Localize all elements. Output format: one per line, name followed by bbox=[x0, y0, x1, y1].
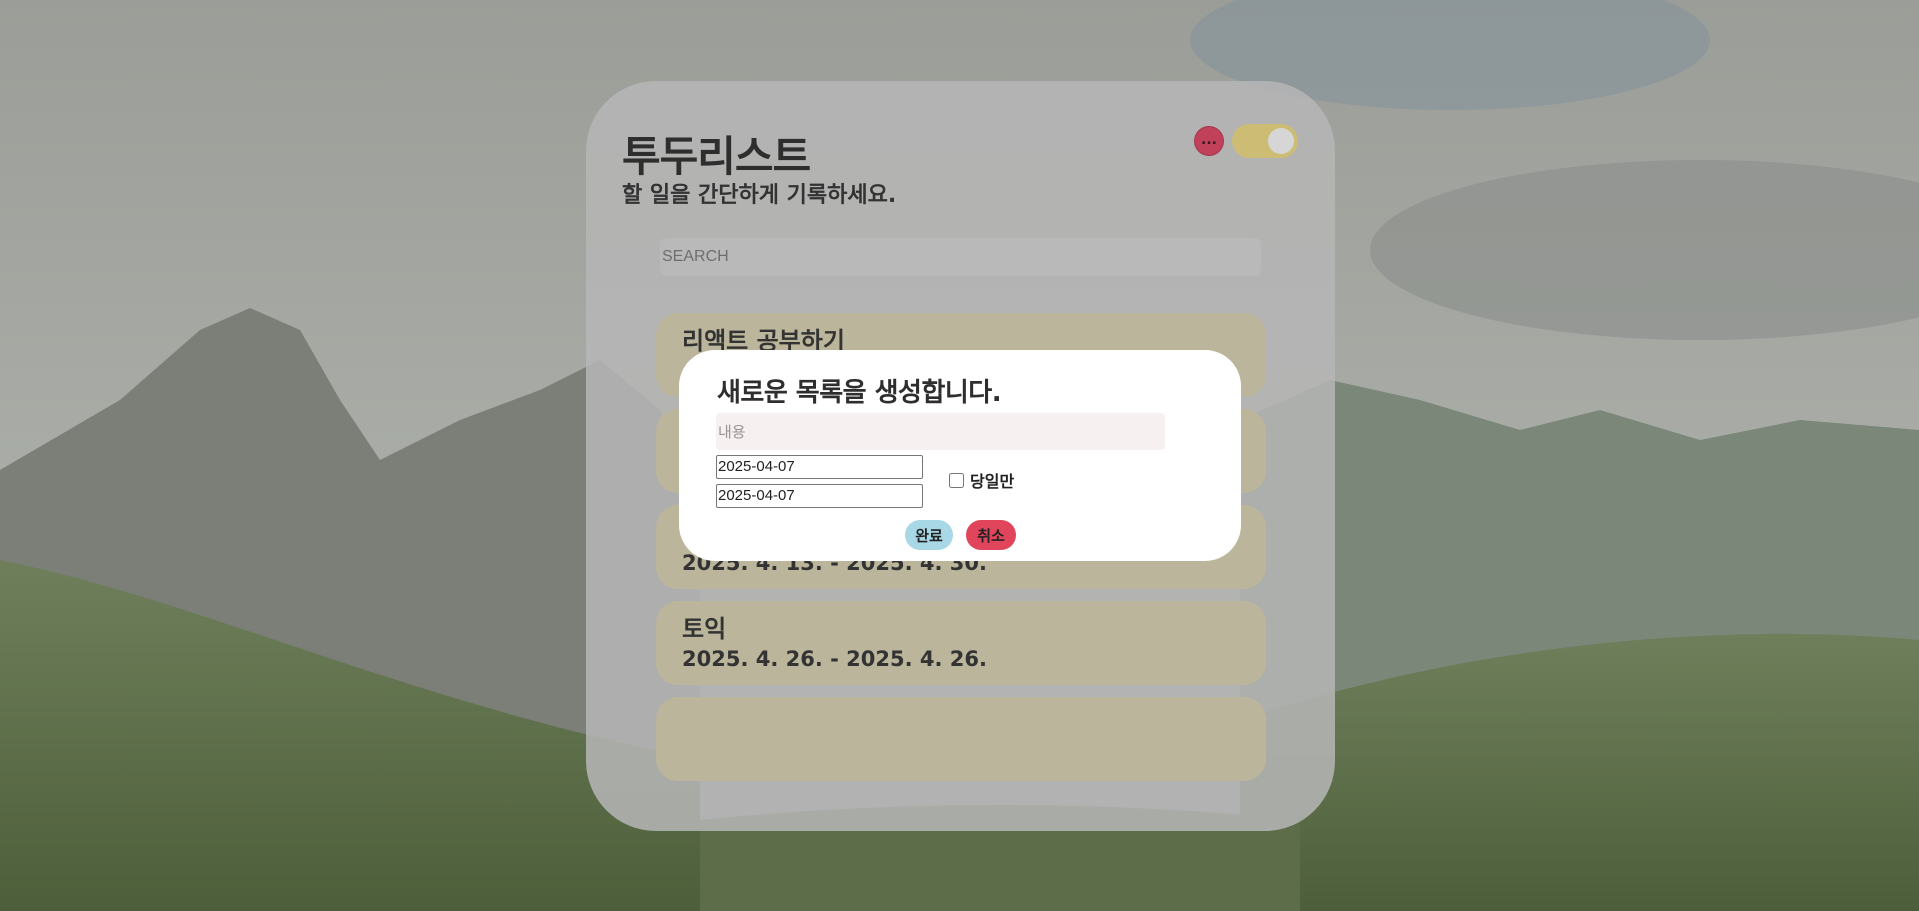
app-subtitle: 할 일을 간단하게 기록하세요. bbox=[622, 183, 897, 208]
sameday-option[interactable]: 당일만 bbox=[949, 468, 1014, 492]
modal-title: 새로운 목록을 생성합니다. bbox=[717, 378, 1002, 408]
content-input[interactable] bbox=[716, 413, 1165, 450]
todo-item[interactable]: 토익 2025. 4. 26. - 2025. 4. 26. bbox=[656, 601, 1266, 685]
create-todo-modal: 새로운 목록을 생성합니다. 2025-04-07 2025-04-07 당일만… bbox=[679, 350, 1241, 561]
sameday-checkbox[interactable] bbox=[949, 472, 964, 488]
theme-toggle[interactable] bbox=[1232, 124, 1298, 158]
todo-dates: 2025. 4. 26. - 2025. 4. 26. bbox=[682, 647, 988, 671]
cancel-button[interactable]: 취소 bbox=[966, 520, 1016, 550]
search-input[interactable] bbox=[660, 238, 1261, 276]
todo-item[interactable] bbox=[656, 697, 1266, 781]
toggle-knob bbox=[1268, 128, 1294, 154]
start-date-input[interactable]: 2025-04-07 bbox=[716, 455, 923, 479]
sameday-label: 당일만 bbox=[970, 472, 1015, 491]
done-button[interactable]: 완료 bbox=[905, 520, 953, 550]
app-title: 투두리스트 bbox=[622, 132, 811, 181]
todo-name: 토익 bbox=[682, 615, 727, 643]
more-menu-button[interactable]: ... bbox=[1194, 126, 1224, 156]
end-date-input[interactable]: 2025-04-07 bbox=[716, 484, 923, 508]
